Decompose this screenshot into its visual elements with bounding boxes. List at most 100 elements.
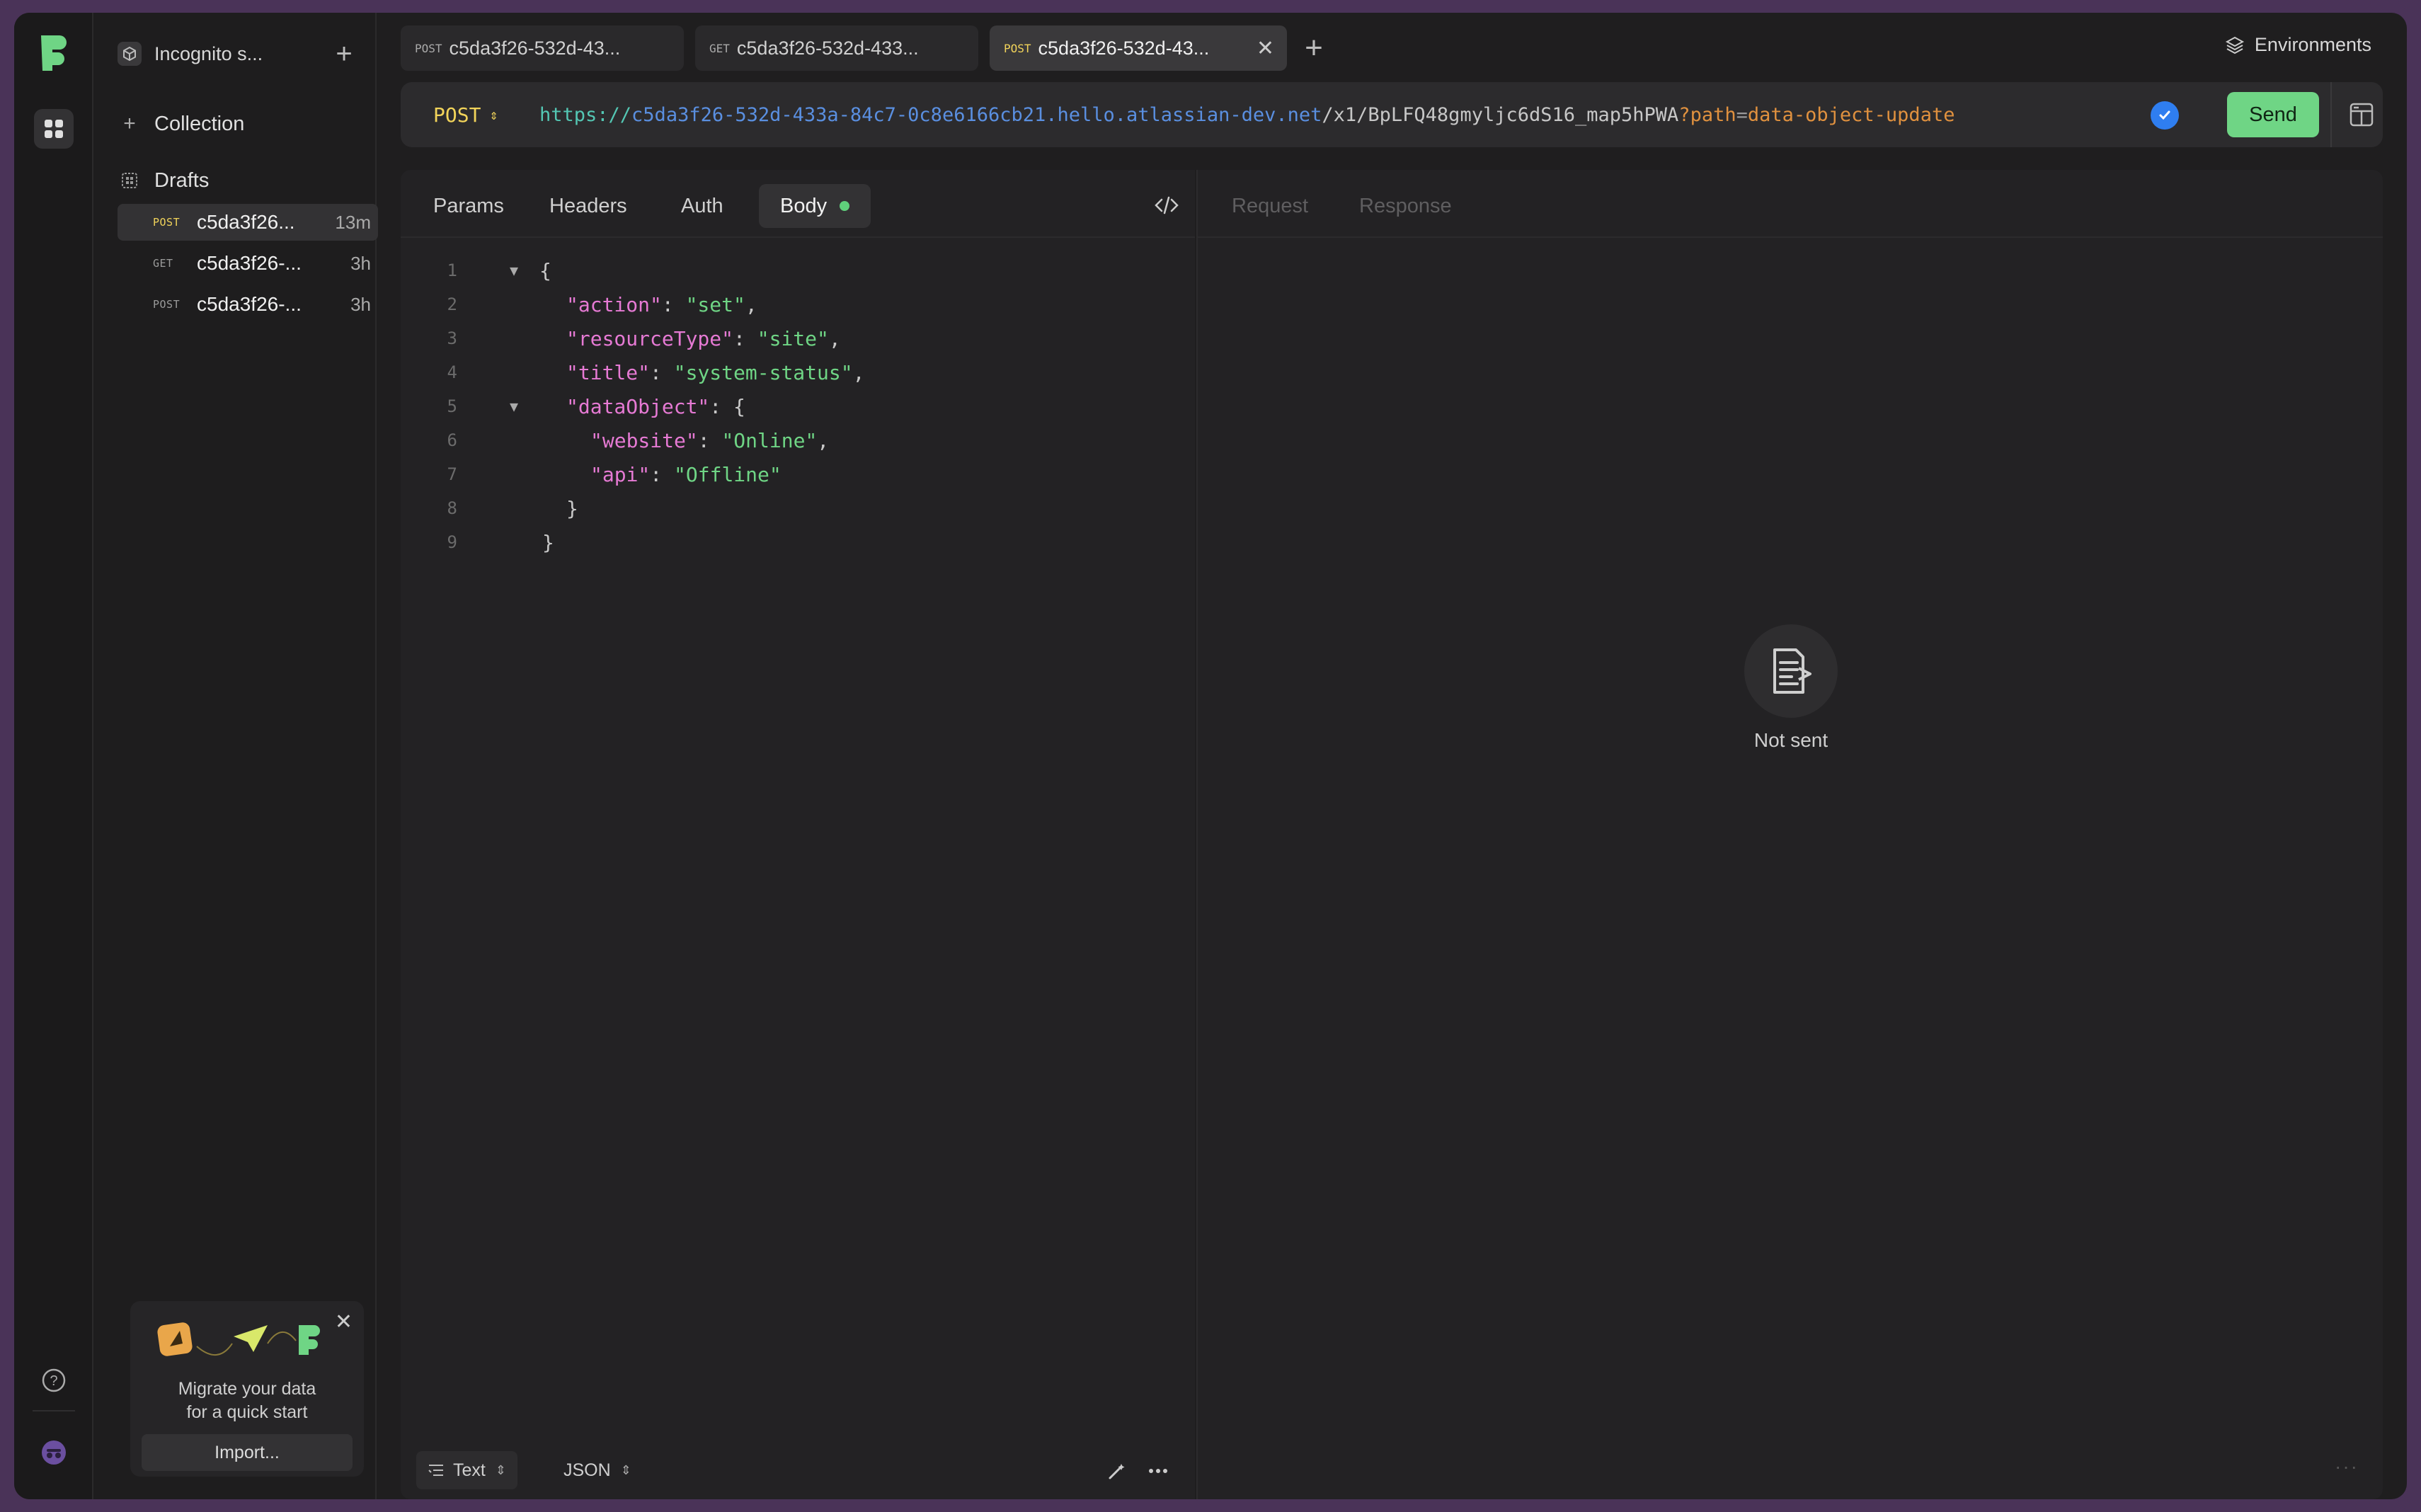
fold-arrow-icon[interactable]: ▼: [510, 262, 518, 279]
sidebar-item-collection[interactable]: + Collection: [118, 105, 372, 143]
json-value: "Online": [721, 428, 818, 452]
json-value: "site": [757, 326, 829, 350]
mode-value: Text: [453, 1460, 486, 1480]
request-tab[interactable]: POST c5da3f26-532d-43...: [401, 25, 684, 71]
url-bar: POST ⇕ https://c5da3f26-532d-433a-84c7-0…: [401, 82, 2383, 147]
send-button[interactable]: Send: [2227, 92, 2319, 137]
mode-select[interactable]: Text ⇕: [416, 1451, 517, 1489]
draft-item[interactable]: POST c5da3f26-... 3h: [118, 286, 378, 323]
request-tab[interactable]: GET c5da3f26-532d-433...: [695, 25, 978, 71]
line-number: 8: [447, 498, 457, 518]
tab-title: c5da3f26-532d-433...: [736, 37, 919, 59]
tab-request[interactable]: Request: [1232, 184, 1308, 228]
close-tab-icon[interactable]: ✕: [1257, 36, 1274, 61]
draft-age: 3h: [350, 252, 371, 274]
tab-headers[interactable]: Headers: [528, 184, 648, 228]
drafts-grid-icon: [118, 172, 142, 189]
code-line: 9 }: [401, 525, 1195, 559]
add-icon[interactable]: +: [330, 40, 358, 68]
text-lines-icon: [428, 1465, 443, 1476]
request-tabs: Params Headers Auth Body: [401, 170, 1195, 238]
chevron-updown-icon: ⇕: [495, 1462, 506, 1477]
request-tab-active[interactable]: POST c5da3f26-532d-43... ✕: [990, 25, 1287, 71]
workspace-name: Incognito s...: [154, 42, 263, 64]
url-scheme: https://: [539, 103, 632, 126]
new-tab-icon[interactable]: +: [1297, 31, 1331, 65]
tab-response[interactable]: Response: [1359, 184, 1452, 228]
json-value: "set": [685, 292, 745, 316]
draft-name: c5da3f26...: [197, 211, 295, 233]
json-key: "website": [590, 428, 698, 452]
draft-name: c5da3f26-...: [197, 252, 302, 274]
json-key: "dataObject": [566, 394, 710, 418]
incognito-avatar-icon[interactable]: [34, 1433, 74, 1472]
code-line: 8 }: [401, 491, 1195, 525]
migrate-promo-card: ✕ Migrate your data for a quick start Im…: [130, 1301, 364, 1477]
request-pane: Params Headers Auth Body 1 ▼ { 2 "action…: [401, 170, 1195, 1499]
plus-icon: +: [123, 112, 136, 135]
workspace-switcher[interactable]: Incognito s... +: [118, 34, 358, 74]
code-line: 7 "api": "Offline": [401, 457, 1195, 491]
check-icon[interactable]: [2151, 101, 2179, 130]
json-brace: {: [733, 394, 745, 418]
url-query-mark: ?: [1678, 103, 1690, 126]
line-number: 1: [447, 260, 457, 280]
environments-button[interactable]: Environments: [2225, 34, 2371, 56]
code-icon[interactable]: [1152, 191, 1181, 219]
chevron-updown-icon: ⇕: [620, 1462, 631, 1477]
more-options-icon[interactable]: [1147, 1460, 1169, 1482]
line-number: 4: [447, 362, 457, 382]
fold-arrow-icon[interactable]: ▼: [510, 398, 518, 415]
json-key: "title": [566, 360, 651, 384]
json-value: "system-status": [673, 360, 853, 384]
url-input[interactable]: https://c5da3f26-532d-433a-84c7-0c8e6166…: [539, 82, 1954, 147]
url-query-key: path: [1690, 103, 1736, 126]
beautify-wand-icon[interactable]: [1106, 1460, 1128, 1482]
close-icon[interactable]: ✕: [335, 1310, 353, 1334]
sidebar: Incognito s... + + Collection Drafts POS…: [93, 13, 378, 1499]
response-pane: Request Response Not sent ···: [1196, 170, 2383, 1499]
workspace-cube-icon: [118, 42, 142, 66]
draft-item[interactable]: GET c5da3f26-... 3h: [118, 245, 378, 282]
more-options-icon[interactable]: ···: [2335, 1455, 2359, 1478]
method-badge: POST: [153, 216, 181, 229]
format-select[interactable]: JSON ⇕: [563, 1451, 631, 1489]
method-value: POST: [433, 103, 481, 127]
response-tabs: Request Response: [1198, 170, 2383, 238]
app-window: ? Incognito s... + + Collection Drafts P…: [14, 13, 2407, 1499]
sidebar-item-drafts[interactable]: Drafts: [118, 161, 372, 200]
promo-text: Migrate your data for a quick start: [130, 1378, 364, 1424]
help-icon[interactable]: ?: [34, 1361, 74, 1400]
tab-title: c5da3f26-532d-43...: [1038, 37, 1210, 59]
layout-toggle-icon[interactable]: [2349, 102, 2374, 127]
url-query-eq: =: [1736, 103, 1748, 126]
tab-body[interactable]: Body: [759, 184, 871, 228]
code-line: 2 "action": "set",: [401, 287, 1195, 321]
not-sent-icon: [1744, 624, 1838, 718]
draft-name: c5da3f26-...: [197, 293, 302, 315]
format-value: JSON: [563, 1460, 611, 1480]
layers-icon: [2225, 36, 2245, 54]
line-number: 3: [447, 328, 457, 348]
collection-label: Collection: [154, 112, 245, 135]
status-dot: [840, 201, 850, 211]
import-button[interactable]: Import...: [142, 1434, 353, 1471]
code-line: 4 "title": "system-status",: [401, 355, 1195, 389]
code-line: 1 ▼ {: [401, 253, 1195, 287]
method-select[interactable]: POST ⇕: [433, 82, 498, 147]
rail-divider: [33, 1410, 75, 1411]
code-line: 3 "resourceType": "site",: [401, 321, 1195, 355]
icon-rail: ?: [14, 13, 93, 1499]
tab-auth[interactable]: Auth: [660, 184, 745, 228]
dashboard-icon[interactable]: [34, 109, 74, 149]
svg-text:?: ?: [50, 1373, 57, 1389]
promo-text-line: Migrate your data: [178, 1379, 316, 1399]
chevron-updown-icon: ⇕: [489, 106, 498, 123]
code-line: 5 ▼ "dataObject": {: [401, 389, 1195, 423]
code-text: }: [566, 496, 578, 520]
tab-params[interactable]: Params: [412, 184, 525, 228]
url-host: c5da3f26-532d-433a-84c7-0c8e6166cb21.hel…: [631, 103, 1322, 126]
draft-item[interactable]: POST c5da3f26... 13m: [118, 204, 378, 241]
method-badge: GET: [153, 257, 173, 270]
url-query-value: data-object-update: [1747, 103, 1955, 126]
